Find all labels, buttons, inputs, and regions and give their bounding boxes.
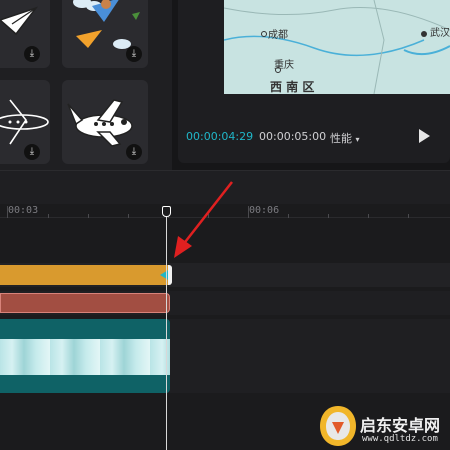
download-icon[interactable]: ⤓ bbox=[24, 46, 40, 62]
screen: ⤓ ⤓ ⤓ ⤓ 成都 重庆 西 南 区 武汉 00:00:04:29 00:00… bbox=[0, 0, 450, 450]
sticker-library: ⤓ ⤓ ⤓ ⤓ bbox=[0, 0, 172, 170]
text-lane bbox=[0, 291, 450, 315]
preview-map-frame: 成都 重庆 西 南 区 武汉 bbox=[224, 0, 450, 94]
ratio-selector[interactable]: 性能 ▾ bbox=[330, 130, 360, 146]
text-clip[interactable] bbox=[0, 293, 170, 313]
total-time: 00:00:05:00 bbox=[259, 130, 327, 143]
ruler-tick bbox=[288, 214, 289, 218]
download-icon[interactable]: ⤓ bbox=[126, 46, 142, 62]
map-label-chongqing: 重庆 bbox=[274, 60, 294, 71]
download-icon[interactable]: ⤓ bbox=[126, 144, 142, 160]
map-label-wuhan: 武汉 bbox=[430, 28, 450, 39]
sticker-flying-girl[interactable]: ⤓ bbox=[62, 0, 148, 68]
ruler-tick bbox=[7, 206, 8, 218]
audio-lane bbox=[0, 263, 450, 287]
ruler-tick bbox=[88, 214, 89, 218]
clip-trim-handle[interactable] bbox=[168, 265, 172, 285]
watermark: 启东安卓网 www.qdltdz.com bbox=[318, 404, 450, 450]
ruler-tick bbox=[328, 214, 329, 218]
watermark-text: 启东安卓网 bbox=[360, 416, 441, 435]
download-icon[interactable]: ⤓ bbox=[24, 144, 40, 160]
ruler-tick bbox=[128, 214, 129, 218]
watermark-url: www.qdltdz.com bbox=[362, 434, 438, 444]
ruler-tick bbox=[368, 214, 369, 218]
map-label-southwest: 西 南 区 bbox=[270, 80, 315, 94]
video-clip[interactable] bbox=[0, 319, 170, 393]
video-lane bbox=[0, 319, 450, 393]
sticker-outline-plane[interactable]: ⤓ bbox=[0, 80, 50, 164]
sticker-cartoon-plane[interactable]: ⤓ bbox=[62, 80, 148, 164]
sticker-paper-plane[interactable]: ⤓ bbox=[0, 0, 50, 68]
ruler-tick bbox=[48, 214, 49, 218]
ruler-label-6s: 00:06 bbox=[249, 205, 280, 216]
video-filmstrip bbox=[0, 339, 170, 375]
ruler-tick bbox=[248, 206, 249, 218]
ratio-label: 性能 bbox=[330, 132, 352, 145]
play-icon[interactable] bbox=[419, 129, 430, 143]
dropdown-icon: ▾ bbox=[355, 135, 360, 144]
audio-clip[interactable] bbox=[0, 265, 172, 285]
watermark-logo-icon bbox=[320, 406, 356, 446]
top-panel: ⤓ ⤓ ⤓ ⤓ 成都 重庆 西 南 区 武汉 00:00:04:29 00:00… bbox=[0, 0, 450, 170]
preview-player: 成都 重庆 西 南 区 武汉 00:00:04:29 00:00:05:00 性… bbox=[178, 0, 450, 163]
annotation-arrow-icon bbox=[174, 181, 233, 258]
ruler-label-3s: 00:03 bbox=[8, 205, 39, 216]
current-time: 00:00:04:29 bbox=[186, 130, 254, 143]
map-label-chengdu: 成都 bbox=[268, 30, 288, 41]
ruler-tick bbox=[408, 214, 409, 218]
map-lines bbox=[224, 0, 450, 94]
